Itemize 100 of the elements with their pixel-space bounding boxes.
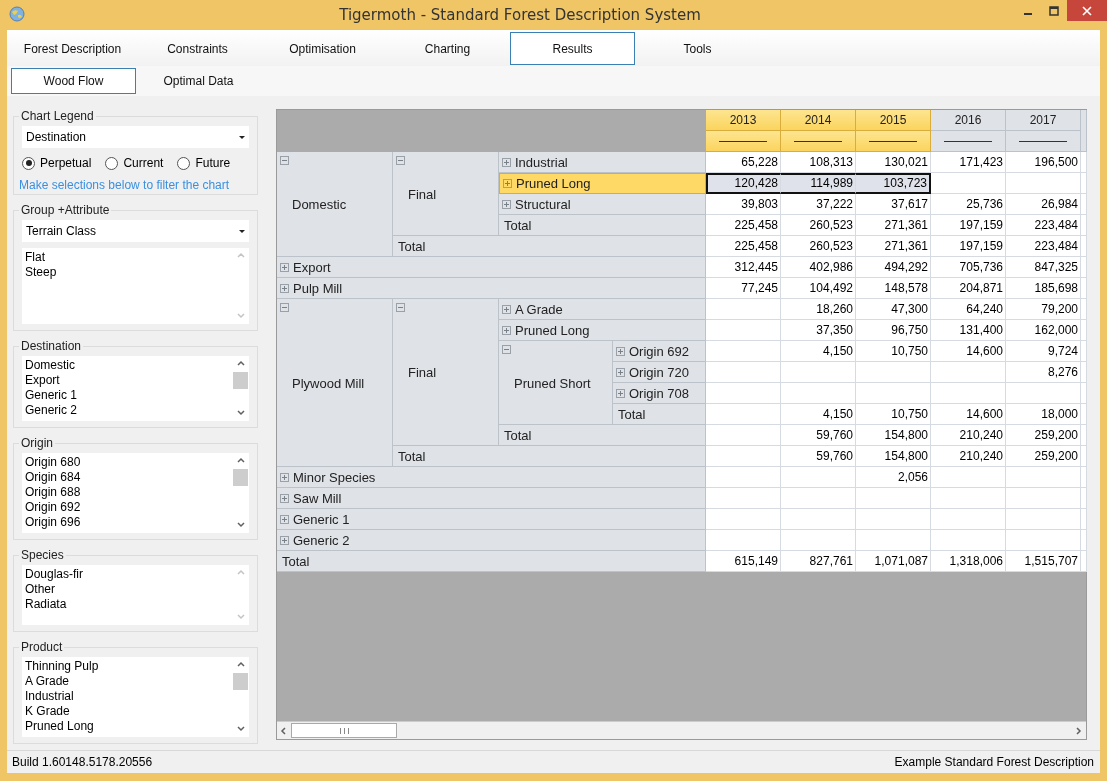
radio-button[interactable] xyxy=(22,156,35,170)
expand-icon[interactable] xyxy=(280,493,289,503)
row-header[interactable]: Structural xyxy=(499,194,706,215)
column-header[interactable]: 2016 xyxy=(931,110,1006,131)
scroll-right-icon[interactable] xyxy=(1075,726,1083,735)
row-header: Final xyxy=(408,186,437,201)
tab[interactable]: Constraints xyxy=(135,32,260,65)
table-cell: 39,803 xyxy=(706,194,781,215)
expand-icon[interactable] xyxy=(280,283,289,293)
sub-tab[interactable]: Optimal Data xyxy=(136,68,261,94)
column-header[interactable]: 2015 xyxy=(856,110,931,131)
list-box[interactable]: Douglas-fir Other Radiata xyxy=(22,565,249,625)
dropdown[interactable]: Terrain Class xyxy=(22,220,249,242)
expand-icon[interactable] xyxy=(280,514,289,524)
expand-icon[interactable] xyxy=(616,388,625,398)
list-item[interactable]: Domestic xyxy=(25,358,229,373)
list-item[interactable]: Steep xyxy=(25,265,229,280)
radio-option[interactable]: Future xyxy=(177,156,231,170)
row-header[interactable]: A Grade xyxy=(499,299,706,320)
tab[interactable]: Tools xyxy=(635,32,760,65)
table-cell: 271,361 xyxy=(856,236,931,257)
total-label: Total xyxy=(393,236,706,257)
list-item[interactable]: Export xyxy=(25,373,229,388)
horizontal-scrollbar[interactable] xyxy=(277,721,1086,739)
column-header[interactable]: 2017 xyxy=(1006,110,1081,131)
tab[interactable]: Results xyxy=(510,32,635,65)
table-cell: 37,350 xyxy=(781,320,856,341)
row-header[interactable]: Pulp Mill xyxy=(277,278,706,299)
collapse-icon[interactable] xyxy=(280,156,289,165)
row-header[interactable]: Industrial xyxy=(499,152,706,173)
group-title: Destination xyxy=(20,339,83,353)
radio-option[interactable]: Perpetual xyxy=(22,156,92,170)
list-item[interactable]: Origin 684 xyxy=(25,470,229,485)
expand-icon[interactable] xyxy=(280,472,289,482)
scroll-thumb[interactable] xyxy=(233,673,248,690)
column-header[interactable]: 2014 xyxy=(781,110,856,131)
tab[interactable]: Charting xyxy=(385,32,510,65)
radio-option[interactable]: Current xyxy=(105,156,164,170)
radio-button[interactable] xyxy=(105,156,119,170)
tab[interactable]: Optimisation xyxy=(260,32,385,65)
list-item[interactable]: Generic 2 xyxy=(25,403,229,418)
expand-icon[interactable] xyxy=(280,262,289,272)
row-header[interactable]: Origin 720 xyxy=(613,362,706,383)
row-header[interactable]: Pruned Long xyxy=(499,320,706,341)
list-item[interactable]: Flat xyxy=(25,250,229,265)
list-item[interactable]: Thinning Pulp xyxy=(25,659,229,674)
scroll-thumb[interactable] xyxy=(233,372,248,389)
list-item[interactable]: Radiata xyxy=(25,597,229,612)
list-box[interactable]: Origin 680 Origin 684 Origin 688 Origin 692 Origin 696 xyxy=(22,453,249,533)
expand-icon[interactable] xyxy=(502,157,511,167)
row-header[interactable]: Origin 708 xyxy=(613,383,706,404)
dropdown[interactable]: Destination xyxy=(22,126,249,148)
list-box[interactable]: Domestic Export Generic 1 Generic 2 xyxy=(22,356,249,421)
list-item[interactable]: Origin 680 xyxy=(25,455,229,470)
expand-icon[interactable] xyxy=(502,325,511,335)
row-header[interactable]: Saw Mill xyxy=(277,488,706,509)
radio-button[interactable] xyxy=(177,156,191,170)
table-cell: 223,484 xyxy=(1006,236,1081,257)
expand-icon[interactable] xyxy=(502,199,511,209)
scroll-up-icon[interactable] xyxy=(236,360,245,368)
sub-tab[interactable]: Wood Flow xyxy=(11,68,136,94)
row-header[interactable]: Export xyxy=(277,257,706,278)
list-item[interactable]: Origin 692 xyxy=(25,500,229,515)
collapse-icon[interactable] xyxy=(396,156,405,165)
scroll-down-icon[interactable] xyxy=(236,409,245,417)
row-header[interactable]: Generic 2 xyxy=(277,530,706,551)
collapse-icon[interactable] xyxy=(502,345,511,354)
row-header[interactable]: Minor Species xyxy=(277,467,706,488)
list-item[interactable]: K Grade xyxy=(25,704,229,719)
expand-icon[interactable] xyxy=(280,535,289,545)
row-header[interactable]: Origin 692 xyxy=(613,341,706,362)
collapse-icon[interactable] xyxy=(396,303,405,312)
scroll-down-icon[interactable] xyxy=(236,521,245,529)
list-item[interactable]: A Grade xyxy=(25,674,229,689)
table-cell: 18,260 xyxy=(781,299,856,320)
list-item[interactable]: Origin 696 xyxy=(25,515,229,530)
scroll-down-icon[interactable] xyxy=(236,725,245,733)
list-box[interactable]: Flat Steep xyxy=(22,248,249,324)
scroll-thumb[interactable] xyxy=(233,469,248,486)
expand-icon[interactable] xyxy=(503,179,512,188)
collapse-icon[interactable] xyxy=(280,303,289,312)
column-header[interactable]: 2013 xyxy=(706,110,781,131)
expand-icon[interactable] xyxy=(502,304,511,314)
list-item[interactable]: Douglas-fir xyxy=(25,567,229,582)
expand-icon[interactable] xyxy=(616,367,625,377)
scroll-up-icon[interactable] xyxy=(236,457,245,465)
scroll-left-icon[interactable] xyxy=(280,726,288,735)
table-cell: 260,523 xyxy=(781,236,856,257)
list-box[interactable]: Thinning Pulp A Grade Industrial K Grade Pruned Long xyxy=(22,657,249,737)
scroll-up-icon[interactable] xyxy=(236,661,245,669)
expand-icon[interactable] xyxy=(616,346,625,356)
row-header[interactable]: Pruned Long xyxy=(499,173,706,194)
row-header[interactable]: Generic 1 xyxy=(277,509,706,530)
list-item[interactable]: Generic 1 xyxy=(25,388,229,403)
total-label: Total xyxy=(277,551,706,572)
list-item[interactable]: Industrial xyxy=(25,689,229,704)
list-item[interactable]: Other xyxy=(25,582,229,597)
list-item[interactable]: Origin 688 xyxy=(25,485,229,500)
list-item[interactable]: Pruned Long xyxy=(25,719,229,734)
tab[interactable]: Forest Description xyxy=(10,32,135,65)
